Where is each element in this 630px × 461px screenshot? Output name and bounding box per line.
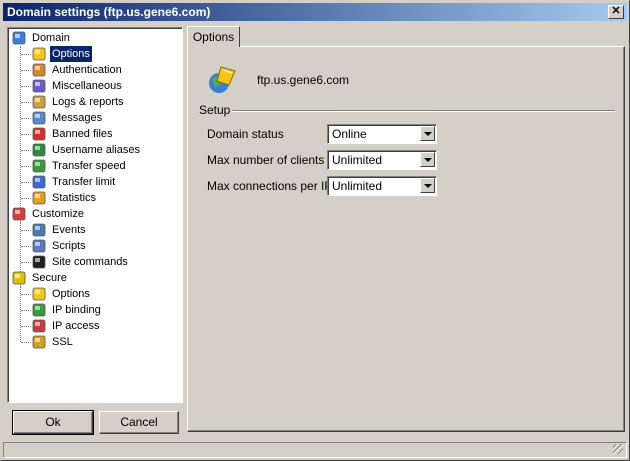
scripts-icon (32, 239, 46, 253)
tree-connector (21, 310, 31, 311)
tree-item-label: Statistics (52, 192, 97, 204)
tree-connector (21, 54, 31, 55)
ip-access-icon (32, 319, 46, 333)
tree-connector (21, 198, 31, 199)
options-tab-panel (187, 46, 625, 432)
tree-item-label: Transfer speed (52, 160, 126, 172)
tree-connector (21, 326, 31, 327)
domain-status-value: Online (332, 127, 367, 141)
tree-connector (21, 166, 31, 167)
logs-icon (32, 95, 46, 109)
max-connections-per-ip-select[interactable]: Unlimited (327, 176, 437, 196)
tree-item-label: Options (49, 45, 93, 63)
site-commands-icon (32, 255, 46, 269)
tree-connector (21, 294, 31, 295)
tree-connector (21, 262, 31, 263)
tree-item-label: Customize (32, 208, 84, 220)
close-button[interactable]: ✕ (608, 5, 624, 19)
tree-item-label: Banned files (52, 128, 113, 140)
tree-item-label: Scripts (52, 240, 86, 252)
status-bar (3, 442, 627, 458)
tree-item-label: IP binding (52, 304, 101, 316)
max-connections-per-ip-label: Max connections per IP (207, 179, 333, 193)
tree-item-label: Site commands (52, 256, 128, 268)
customize-icon (12, 207, 26, 221)
tab-options[interactable]: Options (187, 26, 240, 47)
options-icon (32, 287, 46, 301)
domain-large-icon (207, 65, 239, 95)
username-aliases-icon (32, 143, 46, 157)
resize-grip[interactable] (613, 444, 623, 454)
tree-item-label: Username aliases (52, 144, 141, 156)
chevron-down-icon[interactable] (420, 126, 435, 141)
tree-connector (20, 222, 21, 262)
statistics-icon (32, 191, 46, 205)
window-title: Domain settings (ftp.us.gene6.com) (7, 5, 211, 19)
options-icon (32, 47, 46, 61)
tree-connector (21, 86, 31, 87)
tree-connector (21, 182, 31, 183)
chevron-down-icon[interactable] (420, 152, 435, 167)
tree-item-label: Secure (32, 272, 67, 284)
tree-item-label: Authentication (52, 64, 122, 76)
max-clients-select[interactable]: Unlimited (327, 150, 437, 170)
tree-item-label: Options (52, 288, 90, 300)
tree-connector (21, 134, 31, 135)
domain-settings-window: Domain settings (ftp.us.gene6.com) ✕ Dom… (0, 0, 630, 461)
max-connections-per-ip-value: Unlimited (332, 179, 383, 193)
ip-binding-icon (32, 303, 46, 317)
tree-connector (21, 342, 31, 343)
chevron-down-icon[interactable] (420, 178, 435, 193)
events-icon (32, 223, 46, 237)
setup-group-divider (227, 110, 615, 112)
tree-item-label: Events (52, 224, 86, 236)
tree-item-label: Domain (32, 32, 70, 44)
ssl-key-icon (32, 335, 46, 349)
title-bar[interactable]: Domain settings (ftp.us.gene6.com) ✕ (3, 3, 627, 21)
tree-connector (21, 102, 31, 103)
settings-tree[interactable]: Domain Options Authentication Miscellaneous… (7, 27, 183, 403)
tree-item-label: Transfer limit (52, 176, 116, 188)
tree-item-label: Miscellaneous (52, 80, 122, 92)
max-clients-value: Unlimited (332, 153, 383, 167)
transfer-speed-icon (32, 159, 46, 173)
domain-status-select[interactable]: Online (327, 124, 437, 144)
tree-connector (21, 70, 31, 71)
max-clients-label: Max number of clients (207, 153, 325, 167)
domain-status-label: Domain status (207, 127, 284, 141)
setup-group-label: Setup (197, 103, 233, 117)
tree-connector (21, 118, 31, 119)
domain-name-label: ftp.us.gene6.com (257, 73, 350, 87)
authentication-icon (32, 63, 46, 77)
tree-item-label: Messages (52, 112, 103, 124)
messages-icon (32, 111, 46, 125)
cancel-button[interactable]: Cancel (99, 411, 179, 434)
tree-item-label: SSL (52, 336, 73, 348)
tree-connector (21, 246, 31, 247)
transfer-limit-icon (32, 175, 46, 189)
tree-item-label: Logs & reports (52, 96, 124, 108)
banned-files-icon (32, 127, 46, 141)
tree-item-label: IP access (52, 320, 100, 332)
ok-button[interactable]: Ok (12, 410, 94, 435)
tree-connector (21, 230, 31, 231)
tree-connector (21, 150, 31, 151)
secure-icon (12, 271, 26, 285)
domain-icon (12, 31, 26, 45)
miscellaneous-icon (32, 79, 46, 93)
close-icon: ✕ (611, 5, 621, 17)
